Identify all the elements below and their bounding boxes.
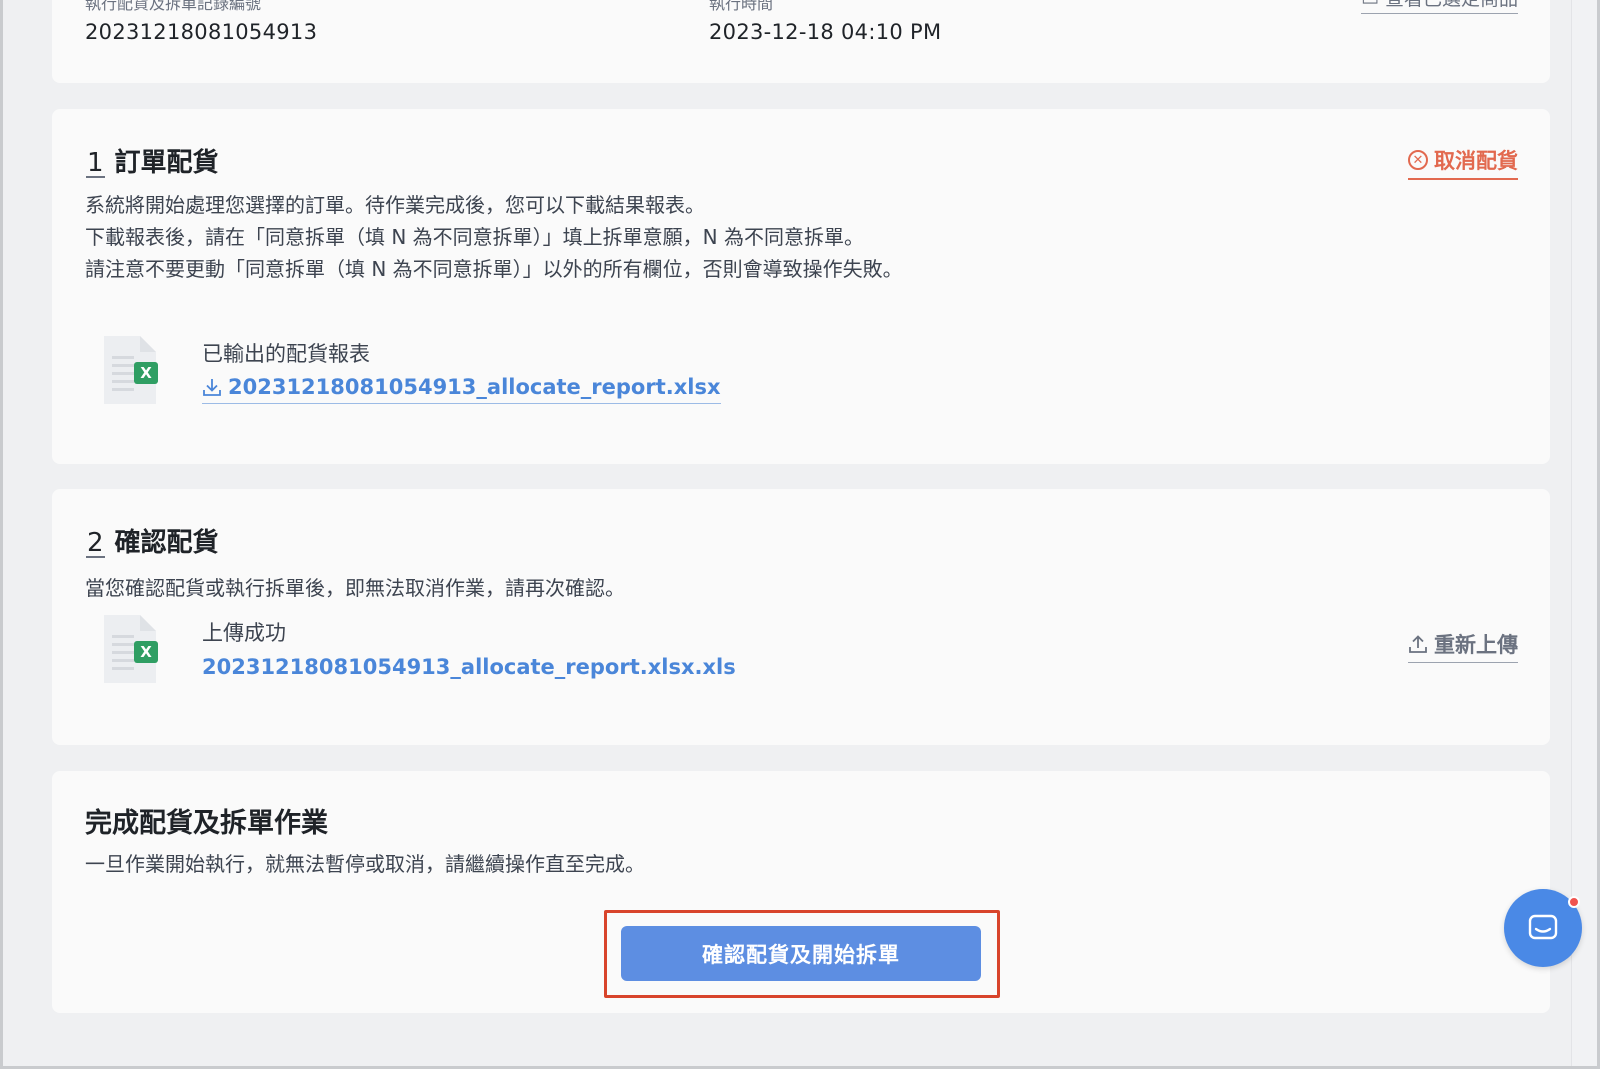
download-icon: [203, 379, 221, 396]
notification-dot: [1568, 896, 1580, 908]
step1-number: 1: [86, 148, 105, 178]
cancel-allocation-link[interactable]: ✕ 取消配貨: [1408, 145, 1518, 180]
excel-file-icon: X: [104, 615, 158, 683]
excel-file-icon: X: [104, 336, 158, 404]
exported-report-label: 已輸出的配貨報表: [202, 342, 370, 366]
step2-title: 2 確認配貨: [86, 528, 219, 558]
upload-success-label: 上傳成功: [202, 621, 286, 645]
execution-time-value: 2023-12-18 04:10 PM: [709, 20, 942, 44]
complete-allocation-description: 一旦作業開始執行，就無法暫停或取消，請繼續操作直至完成。: [85, 852, 645, 876]
chat-icon: [1528, 914, 1558, 940]
step2-number: 2: [86, 528, 105, 558]
confirm-allocation-button[interactable]: 確認配貨及開始拆單: [621, 926, 981, 981]
download-report-link[interactable]: 20231218081054913_allocate_report.xlsx: [202, 375, 721, 404]
record-id-value: 20231218081054913: [85, 20, 318, 44]
step2-confirm-allocation-card: 2 確認配貨 當您確認配貨或執行拆單後，即無法取消作業，請再次確認。 X 上傳成功…: [52, 489, 1550, 745]
execution-time-label: 執行時間: [709, 0, 774, 13]
record-id-label: 執行配貨及拆單記錄編號: [85, 0, 262, 13]
step1-order-allocation-card: 1 訂單配貨 ✕ 取消配貨 系統將開始處理您選擇的訂單。待作業完成後，您可以下載結…: [52, 109, 1550, 464]
svg-text:X: X: [140, 364, 152, 382]
complete-allocation-title: 完成配貨及拆單作業: [85, 808, 328, 839]
step1-title: 1 訂單配貨: [86, 148, 219, 178]
uploaded-file-link[interactable]: 20231218081054913_allocate_report.xlsx.x…: [202, 655, 736, 679]
step2-description: 當您確認配貨或執行拆單後，即無法取消作業，請再次確認。: [85, 576, 625, 600]
reupload-link[interactable]: 重新上傳: [1408, 629, 1518, 663]
document-icon: ▭: [1361, 0, 1385, 10]
chat-launcher-button[interactable]: [1504, 889, 1582, 967]
upload-icon: [1409, 635, 1427, 653]
svg-text:X: X: [140, 643, 152, 661]
view-selected-products-link[interactable]: ▭ 查看已選定商品: [1360, 0, 1518, 14]
step1-description: 系統將開始處理您選擇的訂單。待作業完成後，您可以下載結果報表。 下載報表後，請在…: [85, 193, 903, 281]
cancel-circle-icon: ✕: [1408, 150, 1428, 170]
record-summary-card: 執行配貨及拆單記錄編號 執行時間 ▭ 查看已選定商品 2023121808105…: [52, 0, 1550, 83]
